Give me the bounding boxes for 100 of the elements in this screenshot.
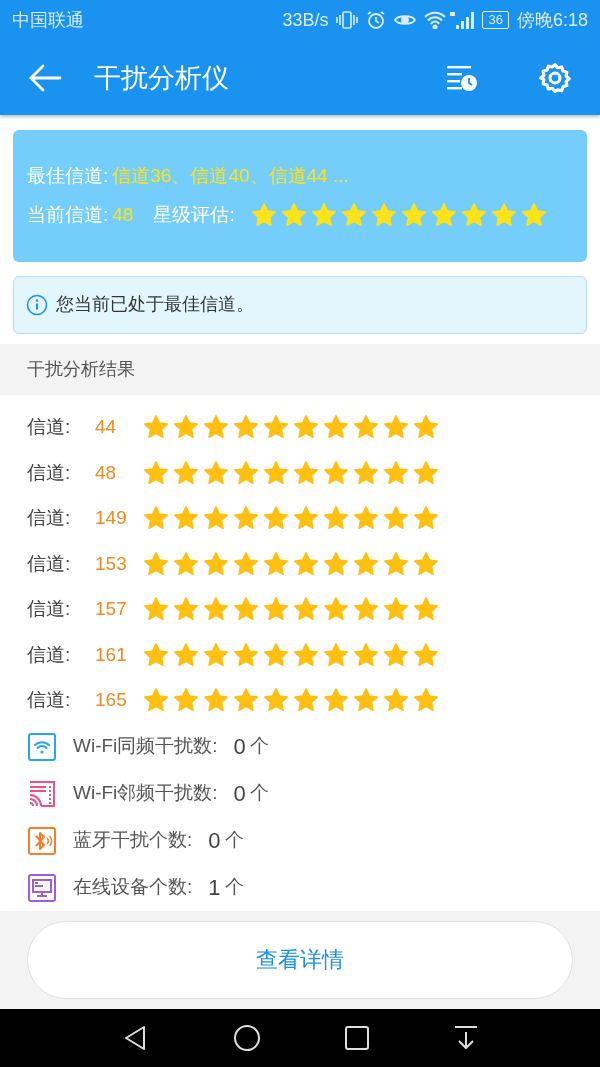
stat-unit: 个 <box>224 875 244 900</box>
best-channel-value: 信道36、信道40、信道44 ... <box>112 164 349 189</box>
star-icon <box>353 687 379 714</box>
channel-number: 165 <box>95 688 128 713</box>
star-icon <box>143 414 169 441</box>
star-icon <box>173 414 199 441</box>
star-icon <box>263 596 289 623</box>
star-icon <box>233 687 259 714</box>
star-icon <box>233 414 259 441</box>
star-icon <box>293 505 319 532</box>
star-icon <box>203 459 229 486</box>
star-icon <box>173 596 199 623</box>
stat-count: 0 <box>208 827 221 856</box>
star-icon <box>143 641 169 668</box>
star-icon <box>143 687 169 714</box>
star-icon <box>323 596 349 623</box>
star-icon <box>263 414 289 441</box>
channel-label: 信道: <box>27 460 72 485</box>
star-icon <box>203 414 229 441</box>
stat-unit: 个 <box>249 781 269 806</box>
star-icon <box>460 202 487 229</box>
stat-label: 蓝牙干扰个数: <box>73 828 193 853</box>
star-icon <box>383 641 409 668</box>
star-icon <box>173 550 199 577</box>
star-icon <box>323 414 349 441</box>
channel-number: 153 <box>95 551 128 576</box>
star-icon <box>383 414 409 441</box>
star-icon <box>323 550 349 577</box>
channel-label: 信道: <box>27 415 72 440</box>
channel-label: 信道: <box>27 597 72 622</box>
star-icon <box>233 459 259 486</box>
star-icon <box>233 550 259 577</box>
stat-label: Wi-Fi同频干扰数: <box>73 734 218 759</box>
star-icon <box>353 414 379 441</box>
settings-icon[interactable] <box>538 60 572 95</box>
star-icon <box>203 641 229 668</box>
notification-pull-icon[interactable] <box>452 1023 479 1052</box>
current-channel-value: 48 <box>112 202 134 227</box>
star-icon <box>413 596 439 623</box>
star-icon <box>203 550 229 577</box>
star-icon <box>413 641 439 668</box>
vibrate-icon <box>336 10 359 31</box>
star-icon <box>353 505 379 532</box>
star-icon <box>353 596 379 623</box>
channel-label: 信道: <box>27 551 72 576</box>
star-icon <box>323 641 349 668</box>
star-icon <box>203 687 229 714</box>
best-channel-label: 最佳信道: <box>27 164 109 189</box>
star-icon <box>143 596 169 623</box>
home-nav-icon[interactable] <box>232 1023 261 1052</box>
channel-number: 44 <box>95 415 118 440</box>
back-arrow-icon[interactable] <box>28 62 62 93</box>
clock-text: 傍晚6:18 <box>516 8 588 32</box>
page-title: 干扰分析仪 <box>94 61 229 95</box>
star-icon <box>293 641 319 668</box>
recents-nav-icon[interactable] <box>343 1024 370 1051</box>
star-icon <box>263 687 289 714</box>
star-icon <box>173 505 199 532</box>
star-icon <box>250 202 277 229</box>
channel-number: 149 <box>95 506 128 531</box>
cell-signal-icon <box>450 10 475 31</box>
star-icon <box>293 596 319 623</box>
star-icon <box>203 505 229 532</box>
star-icon <box>370 202 397 229</box>
star-icon <box>143 550 169 577</box>
carrier-text: 中国联通 <box>12 8 84 32</box>
star-icon <box>353 641 379 668</box>
star-icon <box>383 687 409 714</box>
star-icon <box>323 687 349 714</box>
star-icon <box>340 202 367 229</box>
star-icon <box>263 641 289 668</box>
channel-number: 48 <box>95 460 118 485</box>
stat-label: 在线设备个数: <box>73 875 193 900</box>
network-speed: 33B/s <box>282 8 329 32</box>
stat-count: 1 <box>208 874 221 903</box>
rating-label: 星级评估: <box>153 202 235 227</box>
star-icon <box>280 202 307 229</box>
channel-label: 信道: <box>27 506 72 531</box>
star-icon <box>310 202 337 229</box>
view-details-button[interactable]: 查看详情 <box>27 920 573 999</box>
star-icon <box>413 550 439 577</box>
star-icon <box>143 459 169 486</box>
star-icon <box>383 596 409 623</box>
star-icon <box>263 550 289 577</box>
stat-count: 0 <box>233 733 246 762</box>
star-icon <box>143 505 169 532</box>
stat-unit: 个 <box>224 828 244 853</box>
star-icon <box>413 414 439 441</box>
star-icon <box>293 687 319 714</box>
channel-label: 信道: <box>27 688 72 713</box>
star-icon <box>383 550 409 577</box>
star-icon <box>233 505 259 532</box>
star-icon <box>263 459 289 486</box>
star-icon <box>263 505 289 532</box>
star-icon <box>173 641 199 668</box>
star-icon <box>413 687 439 714</box>
star-icon <box>353 459 379 486</box>
star-icon <box>413 459 439 486</box>
star-icon <box>293 550 319 577</box>
alarm-icon <box>366 10 387 31</box>
